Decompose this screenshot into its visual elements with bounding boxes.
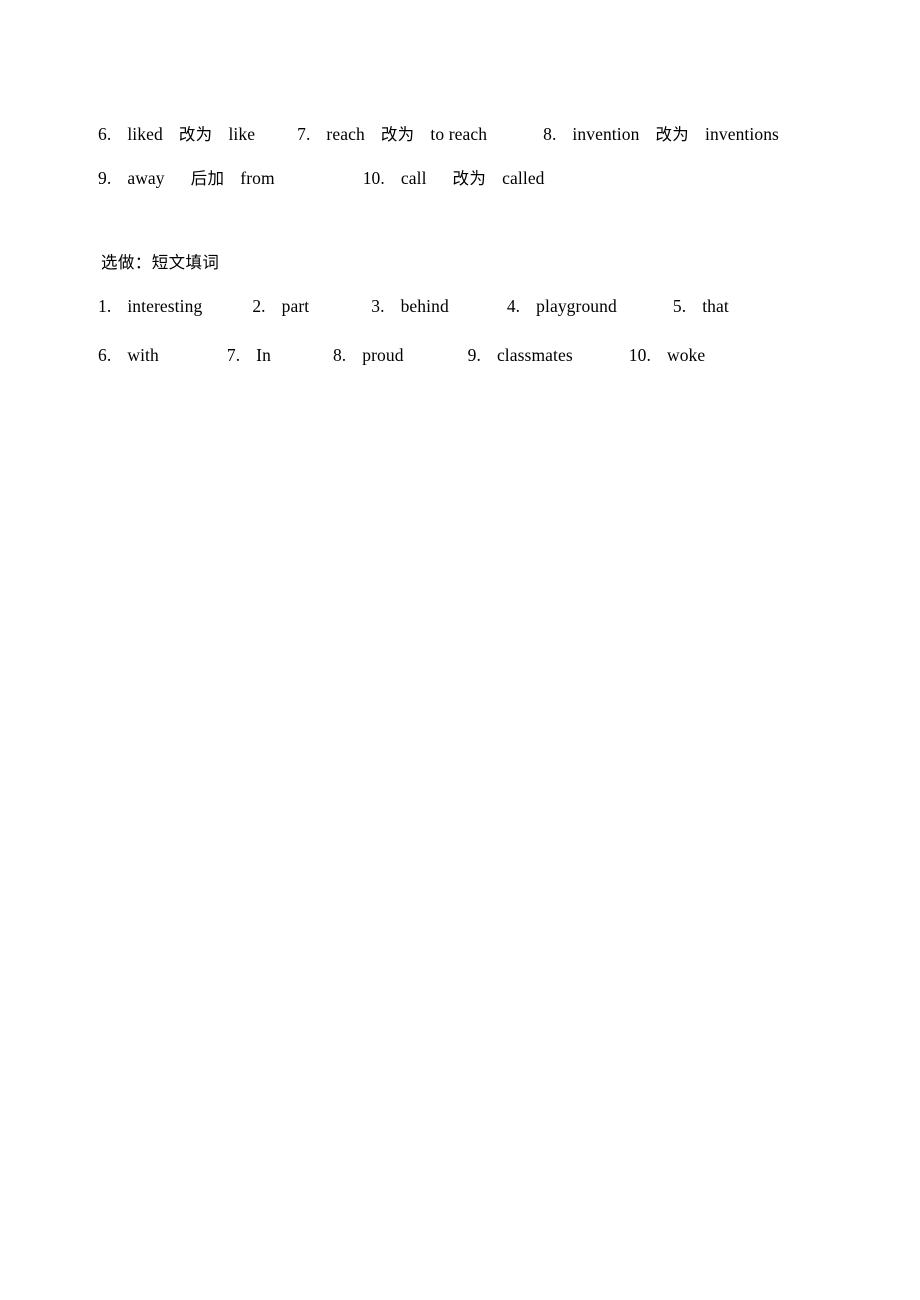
- answer-key-content: 6. liked 改为 like 7. reach 改为 to reach 8. inventio…: [98, 112, 798, 377]
- correction-item-6-number: 6.: [98, 124, 112, 144]
- cloze-item-10-number: 10.: [628, 345, 651, 365]
- cloze-item-1: 1. interesting: [98, 284, 202, 328]
- correction-item-8-instruction: 改为: [655, 125, 690, 144]
- correction-item-10: 10. call 改为 called: [363, 156, 545, 201]
- correction-item-9-instruction: 后加: [190, 169, 225, 188]
- correction-item-9-number: 9.: [98, 168, 112, 188]
- cloze-item-2-number: 2.: [252, 296, 266, 316]
- correction-item-10-replacement: called: [502, 168, 545, 188]
- cloze-item-9-number: 9.: [467, 345, 481, 365]
- correction-item-9-original: away: [127, 168, 165, 188]
- cloze-item-7-number: 7.: [226, 345, 241, 365]
- cloze-item-2: 2. part: [252, 284, 309, 328]
- cloze-item-6-answer: with: [127, 345, 159, 365]
- correction-item-10-original: call: [400, 168, 427, 188]
- cloze-item-2-answer: part: [281, 296, 310, 316]
- cloze-item-5: 5. that: [673, 284, 729, 328]
- correction-item-6: 6. liked 改为 like: [98, 112, 255, 157]
- cloze-item-8: 8. proud: [333, 333, 404, 377]
- correction-item-8-replacement: inventions: [705, 124, 779, 144]
- cloze-item-1-number: 1.: [98, 296, 112, 316]
- correction-answer-line-2: 9. away 后加 from 10. call 改为 called: [98, 156, 798, 200]
- cloze-item-5-answer: that: [702, 296, 729, 316]
- correction-item-7-original: reach: [326, 124, 365, 144]
- correction-item-6-instruction: 改为: [178, 125, 213, 144]
- correction-item-6-original: liked: [127, 124, 163, 144]
- correction-item-9-replacement: from: [240, 168, 275, 188]
- correction-item-7-number: 7.: [297, 124, 311, 144]
- cloze-item-8-answer: proud: [362, 345, 404, 365]
- cloze-item-4-answer: playground: [536, 296, 617, 316]
- correction-item-7-replacement: to reach: [430, 124, 488, 144]
- cloze-section-heading: 选做：短文填词: [101, 253, 220, 272]
- cloze-item-5-number: 5.: [672, 296, 687, 316]
- correction-item-7: 7. reach 改为 to reach: [297, 112, 487, 157]
- cloze-item-3-number: 3.: [371, 296, 385, 316]
- cloze-item-7-answer: In: [256, 345, 271, 365]
- correction-item-10-instruction: 改为: [452, 169, 487, 188]
- correction-item-8-original: invention: [572, 124, 640, 144]
- cloze-item-6-number: 6.: [98, 345, 112, 365]
- correction-answer-line-1: 6. liked 改为 like 7. reach 改为 to reach 8. inventio…: [98, 112, 798, 156]
- cloze-answer-line-2: 6. with 7. In 8. proud 9. classmates 10. woke: [98, 333, 798, 377]
- correction-item-6-replacement: like: [228, 124, 256, 144]
- cloze-item-10: 10. woke: [629, 333, 706, 377]
- cloze-item-4: 4. playground: [507, 284, 617, 328]
- document-page: 6. liked 改为 like 7. reach 改为 to reach 8. inventio…: [0, 0, 920, 1300]
- correction-item-7-instruction: 改为: [380, 125, 415, 144]
- cloze-item-6: 6. with: [98, 333, 159, 377]
- cloze-item-1-answer: interesting: [127, 296, 203, 316]
- cloze-item-3: 3. behind: [371, 284, 449, 328]
- cloze-item-10-answer: woke: [666, 345, 706, 365]
- cloze-item-8-number: 8.: [332, 345, 347, 365]
- cloze-item-7: 7. In: [227, 333, 271, 377]
- cloze-item-3-answer: behind: [400, 296, 449, 316]
- cloze-item-9: 9. classmates: [468, 333, 573, 377]
- correction-item-8: 8. invention 改为 inventions: [543, 112, 779, 157]
- cloze-answer-line-1: 1. interesting 2. part 3. behind 4. playground 5…: [98, 284, 798, 328]
- correction-item-8-number: 8.: [543, 124, 557, 144]
- cloze-item-4-number: 4.: [506, 296, 521, 316]
- cloze-item-9-answer: classmates: [496, 345, 573, 365]
- correction-item-10-number: 10.: [362, 168, 385, 188]
- correction-item-9: 9. away 后加 from: [98, 156, 275, 201]
